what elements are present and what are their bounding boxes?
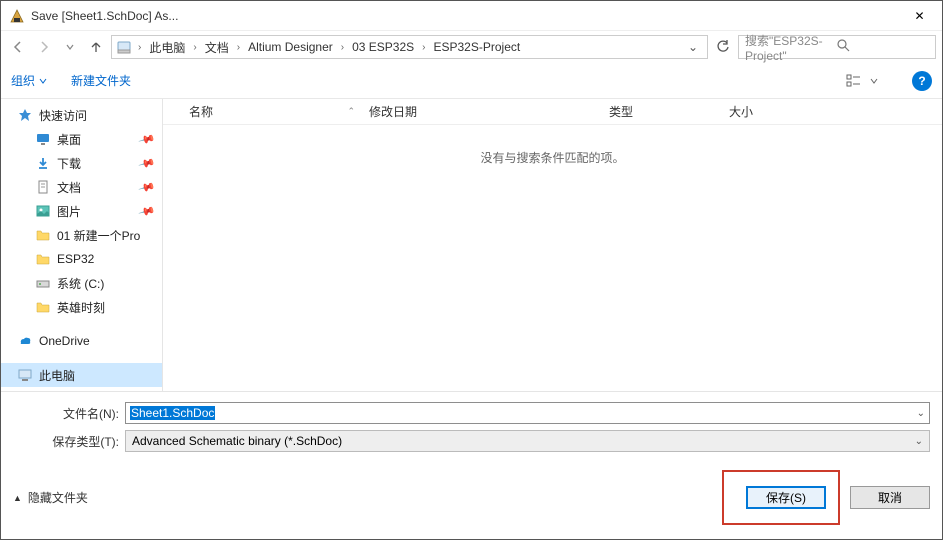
chevron-icon: › [235,42,242,53]
computer-icon [17,367,33,383]
sidebar-thispc[interactable]: 此电脑 [1,363,162,387]
column-type[interactable]: 类型 [601,103,721,120]
sidebar-desktop[interactable]: 桌面📌 [1,127,162,151]
sidebar-downloads[interactable]: 下载📌 [1,151,162,175]
column-date[interactable]: 修改日期 [361,103,601,120]
annotation-box: 保存(S) [722,470,840,525]
save-button[interactable]: 保存(S) [746,486,826,509]
column-name[interactable]: 名称⌃ [181,103,361,120]
star-icon [17,107,33,123]
fields-area: 文件名(N): Sheet1.SchDoc ⌄ 保存类型(T): Advance… [1,392,942,460]
filename-label: 文件名(N): [13,405,125,422]
chevron-icon: › [420,42,427,53]
recent-dropdown[interactable] [59,36,81,58]
back-button[interactable] [7,36,29,58]
pin-icon: 📌 [138,154,156,172]
path-seg[interactable]: 此电脑 [145,37,189,58]
file-pane: 名称⌃ 修改日期 类型 大小 没有与搜索条件匹配的项。 [163,99,942,391]
hide-folders-toggle[interactable]: ▲ 隐藏文件夹 [13,489,88,506]
pictures-icon [35,203,51,219]
actions-bar: ▲ 隐藏文件夹 保存(S) 取消 [1,460,942,539]
sidebar-pictures[interactable]: 图片📌 [1,199,162,223]
path-seg[interactable]: 文档 [201,37,233,58]
navbar: › 此电脑 › 文档 › Altium Designer › 03 ESP32S… [1,31,942,63]
path-seg[interactable]: 03 ESP32S [348,38,418,56]
search-icon [837,39,929,55]
app-icon [9,8,25,24]
pin-icon: 📌 [138,202,156,220]
search-input[interactable]: 搜索"ESP32S-Project" [738,35,936,59]
sidebar-folder-proj1[interactable]: 01 新建一个Pro [1,223,162,247]
window-title: Save [Sheet1.SchDoc] As... [31,9,897,23]
sidebar-onedrive[interactable]: OneDrive [1,329,162,353]
help-button[interactable]: ? [912,71,932,91]
search-placeholder: 搜索"ESP32S-Project" [745,32,837,63]
organize-menu[interactable]: 组织 [11,72,47,89]
collapse-icon: ▲ [13,493,22,503]
new-folder-button[interactable]: 新建文件夹 [71,72,131,89]
sidebar-quick-access[interactable]: 快速访问 [1,103,162,127]
sidebar-folder-esp32[interactable]: ESP32 [1,247,162,271]
folder-icon [35,251,51,267]
filename-input[interactable]: Sheet1.SchDoc ⌄ [125,402,930,424]
chevron-down-icon [870,77,878,85]
drive-icon [35,275,51,291]
column-size[interactable]: 大小 [721,103,801,120]
sidebar-folder-hero[interactable]: 英雄时刻 [1,295,162,319]
savetype-select[interactable]: Advanced Schematic binary (*.SchDoc) ⌄ [125,430,930,452]
forward-button[interactable] [33,36,55,58]
empty-message: 没有与搜索条件匹配的项。 [163,149,942,166]
chevron-icon: › [136,42,143,53]
folder-icon [35,227,51,243]
chevron-down-icon[interactable]: ⌄ [917,408,925,419]
folder-icon [35,299,51,315]
column-headers: 名称⌃ 修改日期 类型 大小 [163,99,942,125]
document-icon [35,179,51,195]
pin-icon: 📌 [138,130,156,148]
view-options[interactable] [846,74,878,88]
savetype-label: 保存类型(T): [13,433,125,450]
pin-icon: 📌 [138,178,156,196]
onedrive-icon [17,333,33,349]
chevron-down-icon[interactable]: ⌄ [915,436,923,447]
download-icon [35,155,51,171]
up-button[interactable] [85,36,107,58]
chevron-down-icon [39,77,47,85]
titlebar: Save [Sheet1.SchDoc] As... ✕ [1,1,942,31]
refresh-button[interactable] [712,36,734,58]
chevron-icon: › [339,42,346,53]
path-seg[interactable]: Altium Designer [244,38,337,56]
main-area: 快速访问 桌面📌 下载📌 文档📌 图片📌 01 新建一个Pro ESP32 [1,99,942,392]
path-seg[interactable]: ESP32S-Project [430,38,525,56]
path-dropdown-icon[interactable]: ⌄ [683,40,703,54]
close-button[interactable]: ✕ [897,1,942,30]
drive-icon [116,39,132,55]
toolbar: 组织 新建文件夹 ? [1,63,942,99]
sidebar-documents[interactable]: 文档📌 [1,175,162,199]
sidebar: 快速访问 桌面📌 下载📌 文档📌 图片📌 01 新建一个Pro ESP32 [1,99,163,391]
breadcrumb[interactable]: › 此电脑 › 文档 › Altium Designer › 03 ESP32S… [111,35,708,59]
view-icon [846,74,866,88]
desktop-icon [35,131,51,147]
chevron-icon: › [191,42,198,53]
sidebar-drive-c[interactable]: 系统 (C:) [1,271,162,295]
cancel-button[interactable]: 取消 [850,486,930,509]
sort-indicator-icon: ⌃ [347,106,355,117]
